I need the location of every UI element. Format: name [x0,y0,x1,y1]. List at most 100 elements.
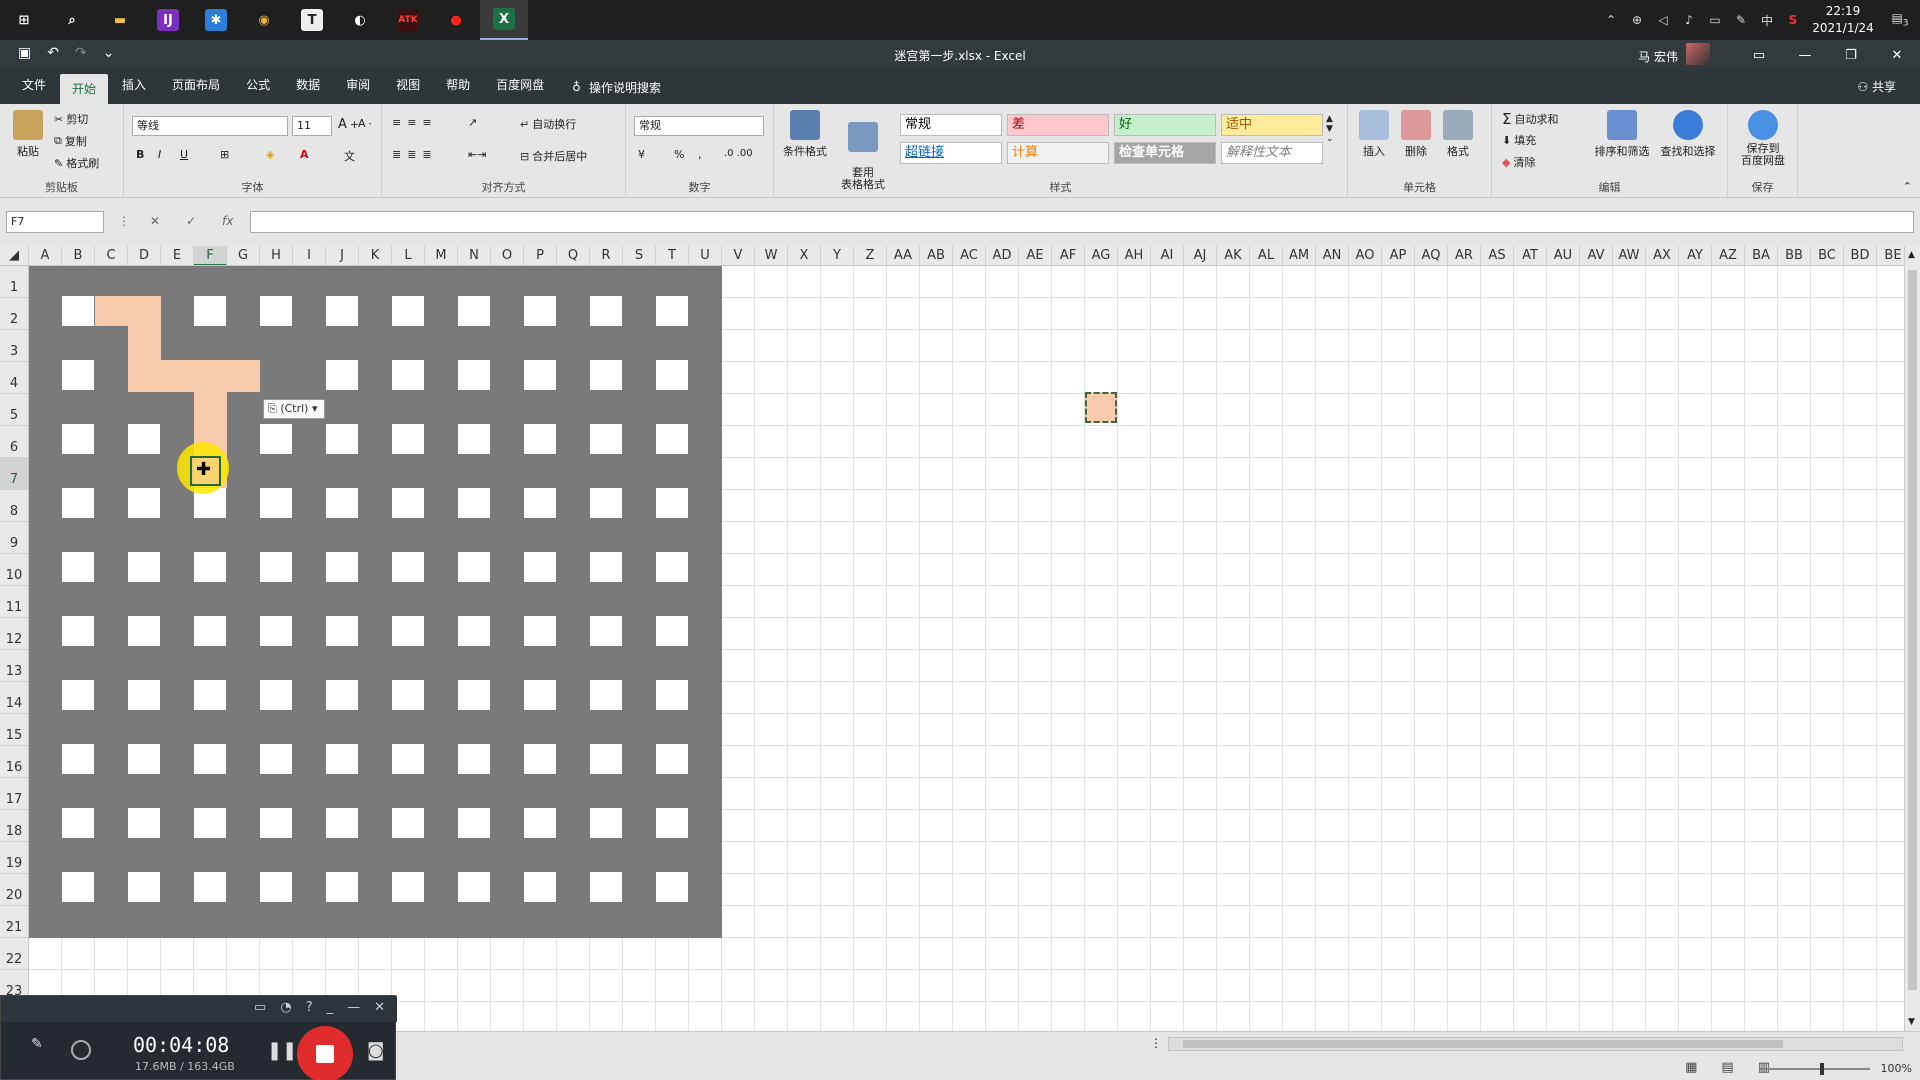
maze-open-cell[interactable] [656,680,688,710]
maze-open-cell[interactable] [392,488,424,518]
column-header[interactable]: AA [887,246,920,265]
save-to-baidu-button[interactable]: 保存到 百度网盘 [1734,110,1792,167]
file-explorer-taskbar-button[interactable]: ▬ [96,0,144,40]
column-header[interactable]: AP [1382,246,1415,265]
search-taskbar-button[interactable]: ⌕ [48,0,96,40]
column-header[interactable]: B [62,246,95,265]
row-header[interactable]: 21 [0,906,28,938]
number-format-combo[interactable]: 常规 [634,116,764,136]
maze-open-cell[interactable] [590,680,622,710]
phonetic-icon[interactable]: 文 [344,148,355,164]
maze-open-cell[interactable] [128,744,160,774]
column-header[interactable]: X [788,246,821,265]
maze-open-cell[interactable] [590,616,622,646]
chrome-taskbar-button[interactable]: ◉ [240,0,288,40]
tab-6[interactable]: 审阅 [334,70,382,100]
maze-open-cell[interactable] [656,488,688,518]
maze-open-cell[interactable] [590,296,622,326]
cell-style-6[interactable]: 检查单元格 [1114,142,1216,164]
bold-button[interactable]: B [136,148,144,161]
history-icon[interactable]: ◔ [280,1000,291,1018]
tab-9[interactable]: 百度网盘 [484,70,556,100]
comma-button[interactable]: , [698,148,702,161]
zoom-slider-thumb[interactable] [1820,1063,1824,1075]
maze-open-cell[interactable] [326,616,358,646]
column-header[interactable]: F [194,246,227,265]
avatar[interactable] [1686,43,1710,65]
column-header[interactable]: T [656,246,689,265]
help-icon[interactable]: ? [306,1000,313,1018]
merge-center-button[interactable]: ⊟ 合并后居中 [520,148,587,164]
column-header[interactable]: AI [1151,246,1184,265]
maze-open-cell[interactable] [62,744,94,774]
column-header[interactable]: Z [854,246,887,265]
horizontal-scroll-thumb[interactable] [1183,1040,1783,1048]
maze-open-cell[interactable] [458,616,490,646]
row-header[interactable]: 1 [0,266,28,298]
row-header[interactable]: 3 [0,330,28,362]
maze-open-cell[interactable] [128,424,160,454]
column-header[interactable]: W [755,246,788,265]
column-header[interactable]: BB [1778,246,1811,265]
maze-open-cell[interactable] [326,808,358,838]
maze-open-cell[interactable] [656,296,688,326]
maze-open-cell[interactable] [260,680,292,710]
maze-open-cell[interactable] [656,424,688,454]
column-header[interactable]: AK [1217,246,1250,265]
row-header[interactable]: 5 [0,394,28,426]
maze-open-cell[interactable] [194,872,226,902]
webcam-icon[interactable] [71,1040,91,1060]
folder-icon[interactable]: ▭ [254,1000,266,1018]
maze-open-cell[interactable] [128,552,160,582]
sort-filter-button[interactable]: 排序和筛选 [1590,110,1654,159]
column-header[interactable]: AB [920,246,953,265]
column-header[interactable]: D [128,246,161,265]
column-header[interactable]: AC [953,246,986,265]
ribbon-display-options-icon[interactable]: ▭ [1736,40,1782,70]
column-header[interactable]: AO [1349,246,1382,265]
conditional-format-button[interactable]: 条件格式 [782,110,828,159]
tab-0[interactable]: 文件 [10,70,58,100]
column-header[interactable]: AL [1250,246,1283,265]
maze-open-cell[interactable] [128,808,160,838]
maze-open-cell[interactable] [392,872,424,902]
maze-open-cell[interactable] [458,680,490,710]
maze-open-cell[interactable] [458,744,490,774]
row-header[interactable]: 12 [0,618,28,650]
maze-open-cell[interactable] [656,872,688,902]
zoom-slider[interactable] [1760,1063,1870,1075]
format-cells-button[interactable]: 格式 [1440,110,1476,159]
volume-icon[interactable]: ◁ [1650,13,1676,27]
maze-open-cell[interactable] [62,360,94,390]
maze-open-cell[interactable] [326,296,358,326]
maze-open-cell[interactable] [656,616,688,646]
pen-icon[interactable]: ✎ [1728,13,1754,27]
row-header[interactable]: 20 [0,874,28,906]
copy-button[interactable]: ⧉ 复制 [54,133,87,149]
maze-open-cell[interactable] [458,808,490,838]
maze-open-cell[interactable] [260,744,292,774]
percent-button[interactable]: % [674,148,684,161]
maze-open-cell[interactable] [194,744,226,774]
tab-1[interactable]: 开始 [60,74,109,104]
excel-taskbar-button[interactable]: X [480,0,528,40]
autosum-button[interactable]: Σ 自动求和 [1502,110,1558,128]
maze-open-cell[interactable] [524,680,556,710]
maze-open-cell[interactable] [62,872,94,902]
maze-open-cell[interactable] [260,616,292,646]
minimize-button[interactable]: — [1782,40,1828,70]
vertical-scrollbar[interactable]: ▲ ▼ [1904,246,1920,1031]
maze-open-cell[interactable] [590,424,622,454]
maze-open-cell[interactable] [326,360,358,390]
worksheet-grid[interactable]: ⎘ (Ctrl) ▾ ✚ [29,266,1904,1031]
maze-open-cell[interactable] [458,296,490,326]
format-painter-button[interactable]: ✎ 格式刷 [54,155,99,171]
globe-icon[interactable]: ⊕ [1624,13,1650,27]
column-header[interactable]: AH [1118,246,1151,265]
notification-center-icon[interactable]: ▤3 [1880,11,1920,28]
column-header[interactable]: AS [1481,246,1514,265]
column-header[interactable]: M [425,246,458,265]
record-taskbar-button[interactable]: ● [432,0,480,40]
maze-open-cell[interactable] [62,808,94,838]
maze-open-cell[interactable] [62,296,94,326]
